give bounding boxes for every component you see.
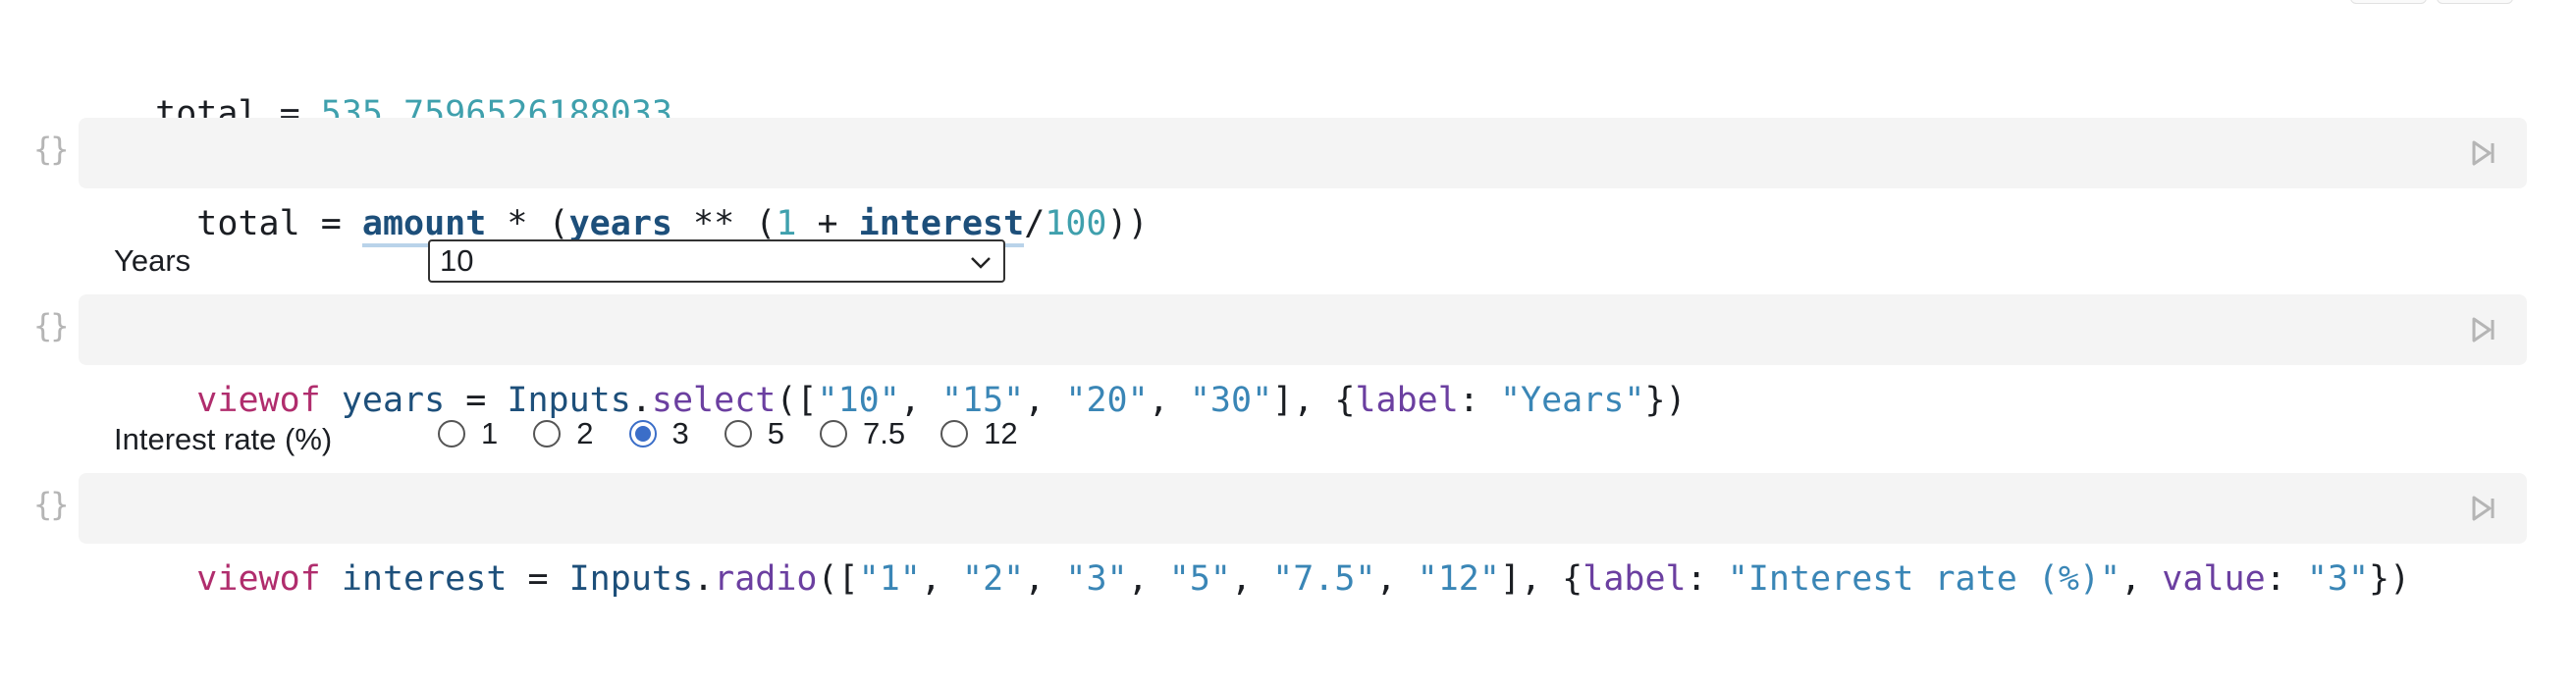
interest-label: Interest rate (%) — [114, 422, 333, 456]
code-token: ([ — [817, 559, 859, 599]
code-token: "30" — [1189, 381, 1273, 420]
radio-option[interactable]: 2 — [533, 416, 594, 451]
code-token: ([ — [776, 381, 818, 420]
code-token: : — [1686, 559, 1728, 599]
radio-button-selected[interactable] — [628, 420, 657, 448]
code-token: ** ( — [671, 204, 777, 243]
code-token: value — [2162, 559, 2266, 599]
interest-radio-group: 1 2 3 5 7.5 12 — [438, 416, 1053, 451]
code-token: : — [2265, 559, 2307, 599]
code-token: Inputs — [568, 559, 694, 599]
toolbar-button[interactable] — [2437, 0, 2513, 4]
code-token: }) — [1644, 381, 1687, 420]
code-token: radio — [714, 559, 818, 599]
code-cell-years[interactable]: viewof years = Inputs.select(["10", "15"… — [79, 294, 2527, 420]
radio-option[interactable]: 7.5 — [820, 416, 905, 451]
code-token: "20" — [1065, 381, 1149, 420]
code-cell-interest[interactable]: viewof interest = Inputs.radio(["1", "2"… — [79, 473, 2527, 599]
code-token: "5" — [1168, 559, 1231, 599]
radio-button[interactable] — [724, 420, 752, 448]
radio-option-label: 1 — [481, 416, 499, 450]
code-cell-total[interactable]: total = amount * (years ** (1 + interest… — [79, 118, 2527, 247]
code-token: total — [196, 204, 300, 243]
code-token: viewof — [196, 559, 321, 599]
code-token: 1 — [776, 204, 797, 243]
code-token: }) — [2369, 559, 2411, 599]
code-token: = — [299, 204, 362, 243]
radio-button[interactable] — [438, 420, 465, 448]
code-token: "3" — [1065, 559, 1128, 599]
radio-option-label: 3 — [671, 416, 689, 450]
code-token: 100 — [1045, 204, 1107, 243]
chevron-down-icon — [971, 257, 991, 269]
cell-code[interactable]: viewof interest = Inputs.radio(["1", "2"… — [114, 473, 2410, 685]
radio-option[interactable]: 5 — [724, 416, 784, 451]
radio-button[interactable] — [820, 420, 847, 448]
cell-gutter-icon[interactable]: {} — [33, 486, 70, 523]
radio-option[interactable]: 3 — [628, 416, 689, 451]
radio-button[interactable] — [940, 420, 969, 448]
radio-option-label: 5 — [767, 416, 784, 450]
code-token: "15" — [940, 381, 1025, 420]
code-token: Inputs — [507, 381, 631, 420]
toolbar-button[interactable] — [2350, 0, 2427, 4]
play-icon[interactable] — [2466, 314, 2497, 345]
code-token: "7.5" — [1272, 559, 1376, 599]
code-token: label — [1583, 559, 1687, 599]
code-token: interest — [341, 559, 508, 599]
code-token: , — [1148, 381, 1190, 420]
code-token: , — [1375, 559, 1418, 599]
radio-option[interactable]: 1 — [438, 416, 498, 451]
play-icon[interactable] — [2466, 493, 2497, 524]
code-token: "2" — [962, 559, 1025, 599]
radio-option[interactable]: 12 — [940, 416, 1018, 451]
code-token: "12" — [1417, 559, 1500, 599]
code-token: , — [1024, 559, 1066, 599]
radio-option-label: 2 — [576, 416, 594, 450]
radio-button[interactable] — [533, 420, 562, 448]
code-token: , — [899, 381, 941, 420]
code-token: . — [630, 381, 652, 420]
code-token: + — [796, 204, 859, 243]
code-token: label — [1355, 381, 1459, 420]
code-token: . — [693, 559, 715, 599]
code-token: years — [341, 381, 446, 420]
code-token: "Years" — [1499, 381, 1645, 420]
code-token: "10" — [817, 381, 900, 420]
code-token: : — [1458, 381, 1500, 420]
code-token: "1" — [858, 559, 921, 599]
code-token: "Interest rate (%)" — [1727, 559, 2121, 599]
code-token: , — [1127, 559, 1169, 599]
code-token: , — [1230, 559, 1273, 599]
code-token: select — [651, 381, 777, 420]
cell-gutter-icon[interactable]: {} — [33, 131, 70, 168]
code-token: )) — [1106, 204, 1149, 243]
code-token: , — [2120, 559, 2163, 599]
code-token: = — [445, 381, 508, 420]
cell-gutter-icon[interactable]: {} — [33, 307, 70, 344]
years-select[interactable]: 10 — [428, 239, 1005, 283]
radio-option-label: 7.5 — [863, 416, 906, 450]
years-select-value: 10 — [440, 243, 474, 278]
radio-option-label: 12 — [984, 416, 1018, 450]
code-token: = — [507, 559, 569, 599]
code-token: , — [920, 559, 963, 599]
code-token: ], { — [1272, 381, 1356, 420]
code-token: viewof — [196, 381, 321, 420]
code-token: ], { — [1499, 559, 1583, 599]
years-label: Years — [114, 243, 191, 278]
code-token: * ( — [486, 204, 569, 243]
play-icon[interactable] — [2466, 137, 2497, 169]
code-token: "3" — [2306, 559, 2370, 599]
code-token: , — [1024, 381, 1066, 420]
code-token: / — [1024, 204, 1046, 243]
